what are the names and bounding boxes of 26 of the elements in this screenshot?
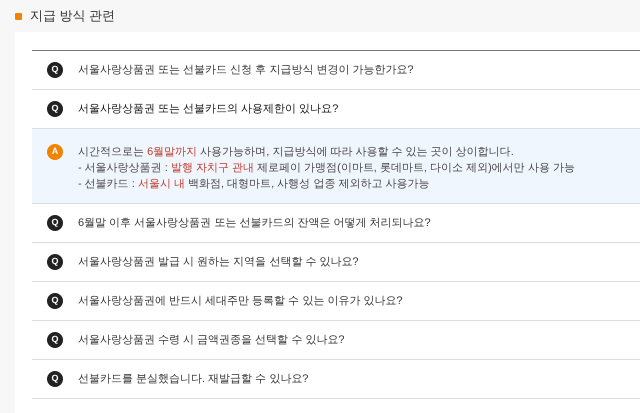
question-text: 서울사랑상품권에 반드시 세대주만 등록할 수 있는 이유가 있나요? [78,294,403,309]
answer-line: - 서울사랑상품권 : 발행 자치구 관내 제로페이 가맹점(이마트, 롯데마트, 다이소 제외)에서만 사용 가능 [78,161,575,176]
question-text: 선불카드를 분실했습니다. 재발급할 수 있나요? [78,372,308,387]
question-badge: Q [47,371,63,387]
question-badge: Q [47,62,63,78]
question-row[interactable]: Q 서울사랑상품권 또는 선불카드 신청 후 지급방식 변경이 가능한가요? [32,51,640,90]
question-row[interactable]: Q 서울사랑상품권에 반드시 세대주만 등록할 수 있는 이유가 있나요? [32,282,640,321]
question-row[interactable]: Q 선불카드를 분실했습니다. 재발급할 수 있나요? [32,360,640,399]
question-row[interactable]: Q 서울사랑상품권 발급 시 원하는 지역을 선택할 수 있나요? [32,243,640,282]
question-text: 서울사랑상품권 또는 선불카드의 사용제한이 있나요? [78,102,338,117]
bullet-icon [15,12,22,20]
answer-line: - 선불카드 : 서울시 내 백화점, 대형마트, 사행성 업종 제외하고 사용가능 [78,177,430,192]
question-text: 6월말 이후 서울사랑상품권 또는 선불카드의 잔액은 어떻게 처리되나요? [78,216,431,231]
question-row[interactable]: Q 서울사랑상품권 수령 시 금액권종을 선택할 수 있나요? [32,321,640,360]
question-badge: Q [47,332,63,348]
question-badge: Q [47,215,63,231]
question-text: 서울사랑상품권 발급 시 원하는 지역을 선택할 수 있나요? [78,254,359,270]
answer-badge: A [47,144,63,160]
question-text: 서울사랑상품권 또는 선불카드 신청 후 지급방식 변경이 가능한가요? [78,62,414,78]
question-text: 서울사랑상품권 수령 시 금액권종을 선택할 수 있나요? [78,332,344,348]
answer-line: 시간적으로는 6월말까지 사용가능하며, 지급방식에 따라 사용할 수 있는 곳이 상이합니다. [78,145,515,160]
question-badge: Q [47,254,63,270]
question-row[interactable]: Q 6월말 이후 서울사랑상품권 또는 선불카드의 잔액은 어떻게 처리되나요? [32,204,640,243]
question-badge: Q [47,101,63,117]
section-title: 지급 방식 관련 [30,7,116,26]
question-badge: Q [47,293,63,309]
